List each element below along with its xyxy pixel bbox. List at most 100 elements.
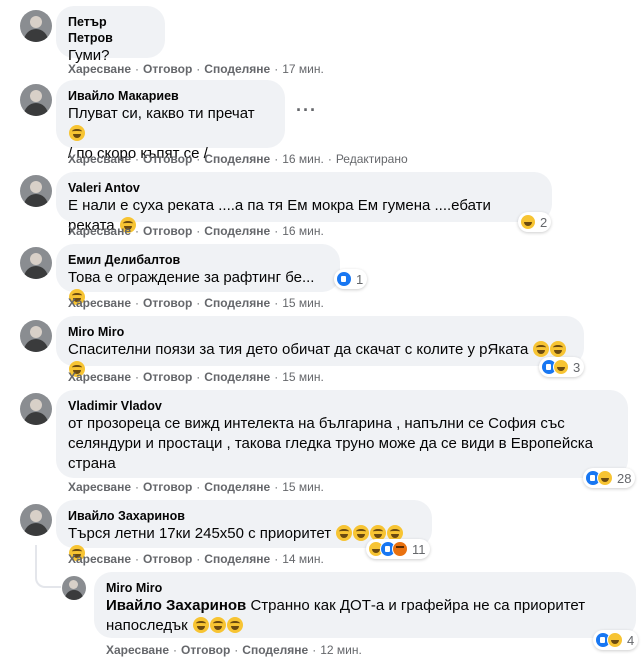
comment-actions: Харесване · Отговор · Споделяне · 14 мин. bbox=[68, 552, 324, 566]
grin-emoji-icon bbox=[226, 617, 243, 633]
avatar[interactable] bbox=[20, 84, 52, 116]
like-button[interactable]: Харесване bbox=[68, 152, 131, 166]
reply-button[interactable]: Отговор bbox=[143, 62, 192, 76]
like-button[interactable]: Харесване bbox=[68, 224, 131, 238]
avatar[interactable] bbox=[20, 247, 52, 279]
comment-time[interactable]: 17 мин. bbox=[282, 62, 324, 76]
avatar[interactable] bbox=[20, 504, 52, 536]
comment-author[interactable]: Ивайло Захаринов bbox=[68, 508, 420, 524]
avatar[interactable] bbox=[20, 393, 52, 425]
comment-text-line: от прозореца се вижд интелекта на българ… bbox=[68, 415, 565, 432]
reply-button[interactable]: Отговор bbox=[143, 152, 192, 166]
reaction-summary[interactable]: 28 bbox=[583, 468, 636, 488]
comment-actions: Харесване · Отговор · Споделяне · 17 мин. bbox=[68, 62, 324, 76]
reply-button[interactable]: Отговор bbox=[143, 480, 192, 494]
grin-emoji-icon bbox=[550, 341, 567, 357]
comment-actions: Харесване · Отговор · Споделяне · 15 мин. bbox=[68, 296, 324, 310]
smiley-emoji-icon bbox=[69, 125, 85, 141]
comment-author[interactable]: Miro Miro bbox=[106, 580, 624, 596]
comment-text-line: селяндури и простаци , такова гледка тру… bbox=[68, 435, 593, 452]
mention-link[interactable]: Ивайло Захаринов bbox=[106, 597, 246, 614]
avatar[interactable] bbox=[20, 175, 52, 207]
like-button[interactable]: Харесване bbox=[68, 296, 131, 310]
comment-actions: Харесване · Отговор · Споделяне · 15 мин. bbox=[68, 370, 324, 384]
comment-time[interactable]: 14 мин. bbox=[282, 552, 324, 566]
comment-time[interactable]: 16 мин. bbox=[282, 224, 324, 238]
comment-text-line: напоследък bbox=[106, 617, 188, 634]
comment-bubble: Vladimir Vladov от прозореца се вижд инт… bbox=[56, 390, 628, 478]
comment-author[interactable]: Емил Делибалтов bbox=[68, 252, 328, 268]
like-button[interactable]: Харесване bbox=[68, 62, 131, 76]
grin-emoji-icon bbox=[353, 525, 370, 541]
like-button[interactable]: Харесване bbox=[68, 552, 131, 566]
angry-reaction-icon bbox=[392, 541, 408, 557]
like-button[interactable]: Харесване bbox=[68, 480, 131, 494]
comment-time[interactable]: 16 мин. bbox=[282, 152, 324, 166]
like-button[interactable]: Харесване bbox=[68, 370, 131, 384]
edited-label: Редактирано bbox=[335, 152, 408, 166]
share-button[interactable]: Споделяне bbox=[204, 296, 270, 310]
comment-text: Плуват си, какво ти пречат bbox=[68, 105, 255, 122]
haha-reaction-icon bbox=[607, 632, 623, 648]
comment-author[interactable]: Miro Miro bbox=[68, 324, 572, 340]
comment-bubble: Ивайло Макариев Плуват си, какво ти преч… bbox=[56, 80, 285, 162]
comment-author[interactable]: Петър Петров bbox=[68, 14, 153, 46]
reaction-count: 3 bbox=[573, 359, 581, 375]
comment-actions: Харесване · Отговор · Споделяне · 15 мин. bbox=[68, 480, 324, 494]
comment-bubble: Емил Делибалтов Това е ограждение за раф… bbox=[56, 244, 340, 305]
reaction-summary[interactable]: 2 bbox=[518, 212, 552, 232]
more-horizontal-icon[interactable]: ··· bbox=[296, 100, 317, 121]
comment-actions: Харесване · Отговор · Споделяне · 16 мин. bbox=[68, 224, 324, 238]
reaction-summary[interactable]: 11 bbox=[366, 539, 430, 559]
share-button[interactable]: Споделяне bbox=[204, 152, 270, 166]
haha-reaction-icon bbox=[520, 214, 536, 230]
comment-bubble: Valeri Antov Е нали е суха реката ....а … bbox=[56, 172, 552, 234]
haha-reaction-icon bbox=[553, 359, 569, 375]
reaction-count: 1 bbox=[356, 271, 364, 287]
reaction-count: 4 bbox=[627, 632, 635, 648]
comment-text: Това е ограждение за рафтинг бе... bbox=[68, 269, 315, 286]
comment-text: Спасителни поязи за тия дето обичат да с… bbox=[68, 341, 529, 358]
avatar[interactable] bbox=[62, 576, 86, 600]
avatar[interactable] bbox=[20, 10, 52, 42]
reply-button[interactable]: Отговор bbox=[143, 224, 192, 238]
thread-connector bbox=[35, 570, 61, 588]
reply-button[interactable]: Отговор bbox=[143, 370, 192, 384]
like-button[interactable]: Харесване bbox=[106, 643, 169, 657]
grin-emoji-icon bbox=[209, 617, 226, 633]
comment-bubble: Петър Петров Гуми? bbox=[56, 6, 165, 64]
reply-button[interactable]: Отговор bbox=[181, 643, 230, 657]
comment-time[interactable]: 15 мин. bbox=[282, 296, 324, 310]
like-reaction-icon bbox=[336, 271, 352, 287]
reaction-summary[interactable]: 4 bbox=[593, 630, 639, 650]
comment-actions: Харесване · Отговор · Споделяне · 12 мин. bbox=[106, 643, 362, 657]
share-button[interactable]: Споделяне bbox=[204, 480, 270, 494]
reaction-count: 11 bbox=[412, 541, 426, 557]
reaction-count: 2 bbox=[540, 214, 548, 230]
share-button[interactable]: Споделяне bbox=[204, 224, 270, 238]
share-button[interactable]: Споделяне bbox=[204, 552, 270, 566]
comment-actions: Харесване · Отговор · Споделяне · 16 мин. · Реда… bbox=[68, 152, 408, 166]
share-button[interactable]: Споделяне bbox=[204, 370, 270, 384]
comment-text-line: страна bbox=[68, 455, 116, 472]
reaction-summary[interactable]: 3 bbox=[539, 357, 585, 377]
reaction-summary[interactable]: 1 bbox=[334, 269, 368, 289]
haha-reaction-icon bbox=[597, 470, 613, 486]
comment-text: Странно как ДОТ-а и графейра не са приор… bbox=[250, 597, 586, 614]
reply-button[interactable]: Отговор bbox=[143, 552, 192, 566]
comment-bubble: Miro Miro Спасителни поязи за тия дето о… bbox=[56, 316, 584, 377]
share-button[interactable]: Споделяне bbox=[242, 643, 308, 657]
comment-text: Търся летни 17ки 245х50 с приоритет bbox=[68, 525, 332, 542]
comment-time[interactable]: 15 мин. bbox=[282, 370, 324, 384]
comment-author[interactable]: Vladimir Vladov bbox=[68, 398, 616, 414]
avatar[interactable] bbox=[20, 320, 52, 352]
grin-emoji-icon bbox=[192, 617, 209, 633]
comment-author[interactable]: Ивайло Макариев bbox=[68, 88, 273, 104]
reply-button[interactable]: Отговор bbox=[143, 296, 192, 310]
comment-author[interactable]: Valeri Antov bbox=[68, 180, 540, 196]
share-button[interactable]: Споделяне bbox=[204, 62, 270, 76]
comment-time[interactable]: 12 мин. bbox=[320, 643, 362, 657]
grin-emoji-icon bbox=[533, 341, 550, 357]
reaction-count: 28 bbox=[617, 470, 632, 486]
comment-time[interactable]: 15 мин. bbox=[282, 480, 324, 494]
